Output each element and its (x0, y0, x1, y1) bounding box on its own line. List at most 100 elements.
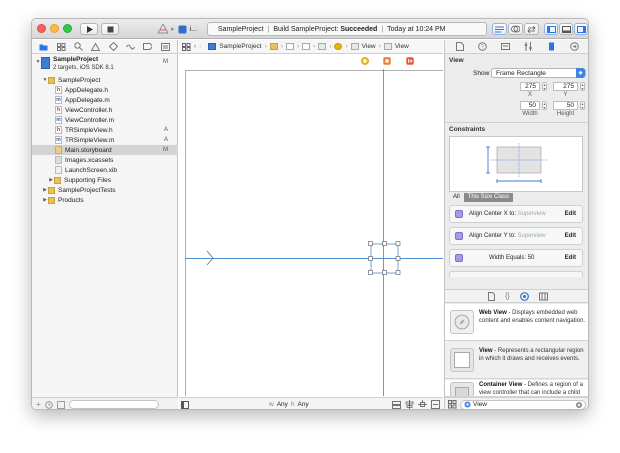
quick-help-icon[interactable]: ? (478, 42, 487, 51)
clear-search-icon[interactable] (576, 402, 582, 408)
minimize-window-button[interactable] (50, 24, 59, 33)
object-library-icon[interactable] (519, 291, 529, 301)
tree-item-trsimpleview-m[interactable]: m TRSimpleView.m A (32, 135, 178, 145)
frame-width-field[interactable]: 50 (520, 101, 540, 110)
view-icon[interactable] (350, 43, 359, 50)
entry-point-arrow-icon[interactable] (206, 250, 214, 266)
constraints-diagram[interactable] (449, 136, 583, 192)
search-icon[interactable] (74, 42, 83, 51)
storyboard-icon[interactable] (285, 43, 294, 50)
view-controller-icon[interactable] (334, 43, 343, 50)
folder-icon[interactable] (269, 43, 278, 50)
scm-filter-icon[interactable] (56, 400, 65, 409)
show-popup[interactable]: Frame Rectangle ◆ (491, 68, 586, 78)
storyboard-canvas[interactable] (179, 55, 443, 396)
library-item-container-view[interactable]: Container View - Defines a region of a v… (445, 380, 588, 397)
jumpbar-project[interactable]: SampleProject (219, 43, 261, 50)
navigator-filter-input[interactable] (68, 400, 159, 409)
frame-width-label: Width (522, 111, 538, 117)
folder-icon[interactable] (39, 42, 48, 51)
tree-item-images-xcassets[interactable]: Images.xcassets (32, 155, 178, 165)
library-search-field[interactable]: View (460, 399, 586, 409)
breakpoint-navigator-icon[interactable] (143, 42, 153, 51)
recent-files-icon[interactable] (44, 400, 53, 409)
section-divider (445, 122, 588, 123)
symbol-navigator-icon[interactable] (56, 42, 66, 51)
grid-view-icon[interactable] (448, 400, 457, 409)
constraint-row[interactable]: Width Equals: 50 Edit (449, 249, 583, 267)
toggle-navigator-button[interactable] (544, 23, 558, 35)
constraint-row[interactable]: Align Center X to: Superview Edit (449, 205, 583, 223)
add-file-icon[interactable]: + (36, 400, 41, 409)
size-class-control[interactable]: w Any h Any (269, 401, 309, 408)
identity-inspector-icon[interactable] (501, 42, 510, 51)
attributes-inspector-icon[interactable] (524, 42, 533, 51)
run-button[interactable] (80, 23, 98, 35)
file-inspector-icon[interactable] (456, 42, 464, 51)
tree-item-appdelegate-m[interactable]: m AppDelegate.m (32, 95, 178, 105)
frame-height-stepper[interactable]: ▴ ▾ (580, 101, 585, 110)
align-icon[interactable] (405, 400, 414, 409)
tree-item-sampleproject-group[interactable]: ▼ SampleProject (32, 75, 178, 85)
media-library-icon[interactable] (538, 292, 548, 301)
tree-item-viewcontroller-h[interactable]: h ViewController.h (32, 105, 178, 115)
tree-item-tests-group[interactable]: ▶ SampleProjectTests (32, 185, 178, 195)
size-inspector-icon[interactable] (547, 42, 556, 51)
warning-icon[interactable] (91, 42, 101, 51)
scene-icon[interactable] (318, 43, 327, 50)
assistant-editor-button[interactable] (508, 23, 523, 35)
constraint-edit-button[interactable]: Edit (565, 255, 576, 261)
tab-all[interactable]: All (449, 193, 464, 202)
toggle-debug-area-button[interactable] (559, 23, 573, 35)
constraint-edit-button[interactable]: Edit (565, 233, 576, 239)
frame-width-stepper[interactable]: ▴ ▾ (542, 101, 547, 110)
storyboard-base-icon[interactable] (302, 43, 311, 50)
resolve-issues-icon[interactable] (431, 400, 440, 409)
jumpbar-view-2[interactable]: View (395, 43, 409, 50)
tree-item-appdelegate-h[interactable]: h AppDelegate.h (32, 85, 178, 95)
tree-item-trsimpleview-h[interactable]: h TRSimpleView.h A (32, 125, 178, 135)
stack-icon[interactable] (392, 400, 401, 409)
library-item-web-view[interactable]: Web View - Displays embedded web content… (445, 304, 588, 341)
frame-x-field[interactable]: 275 (520, 82, 540, 91)
close-window-button[interactable] (37, 24, 46, 33)
test-navigator-icon[interactable] (108, 42, 118, 51)
frame-y-field[interactable]: 275 (553, 82, 578, 91)
constraint-edit-button[interactable]: Edit (565, 211, 576, 217)
forward-arrow-icon[interactable]: › (199, 43, 201, 50)
frame-height-field[interactable]: 50 (553, 101, 578, 110)
standard-editor-button[interactable] (492, 23, 507, 35)
implementation-file-icon: m (55, 116, 62, 124)
connections-inspector-icon[interactable] (570, 42, 579, 51)
document-outline-toggle-icon[interactable] (181, 401, 189, 409)
tree-item-viewcontroller-m[interactable]: m ViewController.m (32, 115, 178, 125)
device-icon (178, 25, 187, 33)
resize-handles[interactable] (368, 241, 401, 275)
tree-item-products-group[interactable]: ▶ Products (32, 195, 178, 205)
pin-icon[interactable] (418, 400, 427, 409)
project-navigator: ▼ SampleProject 2 targets, iOS SDK 8.1 M… (32, 40, 178, 409)
stop-button[interactable] (101, 23, 119, 35)
tree-item-main-storyboard[interactable]: Main.storyboard M (32, 145, 178, 155)
back-arrow-icon[interactable]: ‹ (194, 43, 196, 50)
tree-item-supporting-files[interactable]: ▶ Supporting Files (32, 175, 178, 185)
zoom-window-button[interactable] (63, 24, 72, 33)
scheme-selector[interactable]: ▸ i... (158, 22, 198, 36)
debug-navigator-icon[interactable] (126, 42, 136, 51)
tree-project-root[interactable]: ▼ SampleProject 2 targets, iOS SDK 8.1 M (32, 56, 178, 74)
file-template-icon[interactable] (488, 291, 496, 301)
chevron-right-icon: › (296, 43, 300, 50)
tab-this-size-class[interactable]: This Size Class (463, 193, 514, 202)
version-editor-button[interactable] (524, 23, 539, 35)
view-icon[interactable] (383, 43, 392, 50)
jumpbar-view-1[interactable]: View (362, 43, 376, 50)
code-snippet-icon[interactable]: {} (505, 293, 510, 300)
frame-y-stepper[interactable]: ▴ ▾ (580, 82, 585, 91)
toggle-utilities-button[interactable] (574, 23, 588, 35)
report-navigator-icon[interactable] (160, 42, 170, 51)
constraint-row[interactable]: Align Center Y to: Superview Edit (449, 227, 583, 245)
related-items-icon[interactable] (182, 42, 191, 51)
frame-x-stepper[interactable]: ▴ ▾ (542, 82, 547, 91)
library-item-view[interactable]: View - Represents a rectangular region i… (445, 342, 588, 379)
tree-item-launchscreen-xib[interactable]: LaunchScreen.xib (32, 165, 178, 175)
